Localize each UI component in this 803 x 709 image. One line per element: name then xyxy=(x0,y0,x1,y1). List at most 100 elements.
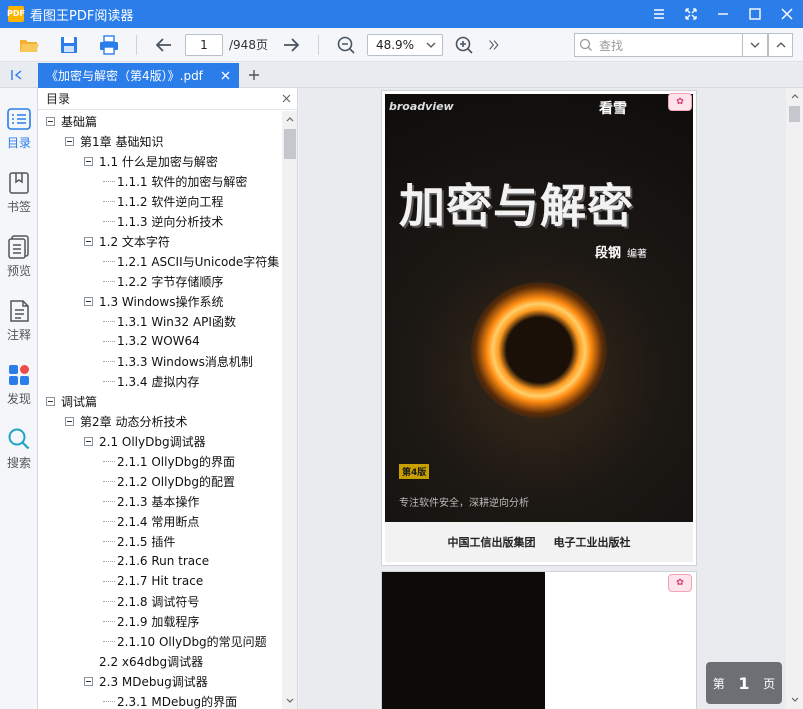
rail-item-preview[interactable]: 预览 xyxy=(0,230,38,286)
menu-button[interactable] xyxy=(643,0,675,28)
search-previous-button[interactable] xyxy=(768,33,793,57)
outline-scrollbar[interactable] xyxy=(282,111,297,709)
collapse-toggle-icon[interactable] xyxy=(65,416,74,426)
document-view[interactable]: broadview 看雪 加密与解密 段钢 编著 第4版 专注软件安全，深耕逆向分… xyxy=(299,88,803,709)
outline-item[interactable]: 2.1.5 插件 xyxy=(103,531,175,551)
open-file-button[interactable] xyxy=(14,31,44,59)
document-scrollbar[interactable] xyxy=(786,88,803,709)
outline-item[interactable]: 2.1.7 Hit trace xyxy=(103,571,203,591)
page-indicator: 第 1 页 xyxy=(706,662,782,704)
tab-bar: 《加密与解密（第4版）》.pdf xyxy=(0,63,803,88)
outline-item[interactable]: 1.2.2 字节存储顺序 xyxy=(103,271,223,291)
outline-item[interactable]: 2.1.4 常用断点 xyxy=(103,511,199,531)
rail-item-search[interactable]: 搜索 xyxy=(0,422,38,478)
outline-item[interactable]: 2.1.2 OllyDbg的配置 xyxy=(103,471,235,491)
tree-connector xyxy=(103,360,115,362)
outline-item[interactable]: 2.1.9 加载程序 xyxy=(103,611,199,631)
outline-item[interactable]: 1.1.2 软件逆向工程 xyxy=(103,191,223,211)
outline-item[interactable]: 2.1.10 OllyDbg的常见问题 xyxy=(103,631,267,651)
watermark-stamp-icon: ✿ xyxy=(668,574,692,592)
rail-item-discover[interactable]: 发现 xyxy=(0,358,38,414)
outline-item[interactable]: 2.1 OllyDbg调试器 xyxy=(84,431,206,451)
rail-label: 注释 xyxy=(6,328,31,342)
outline-scroll-thumb[interactable] xyxy=(284,129,296,159)
outline-item[interactable]: 第2章 动态分析技术 xyxy=(65,411,187,431)
outline-item[interactable]: 1.3.1 Win32 API函数 xyxy=(103,311,236,331)
outline-item[interactable]: 2.1.8 调试符号 xyxy=(103,591,199,611)
search-icon xyxy=(8,428,30,450)
outline-item[interactable]: 2.3 MDebug调试器 xyxy=(84,671,208,691)
minimize-button[interactable] xyxy=(707,0,739,28)
collapse-toggle-icon[interactable] xyxy=(84,436,93,446)
outline-item[interactable]: 第1章 基础知识 xyxy=(65,131,163,151)
page-1[interactable]: broadview 看雪 加密与解密 段钢 编著 第4版 专注软件安全，深耕逆向分… xyxy=(381,90,697,566)
save-button[interactable] xyxy=(54,31,84,59)
outline-item[interactable]: 1.3.4 虚拟内存 xyxy=(103,371,199,391)
add-tab-button[interactable] xyxy=(246,67,262,83)
tree-connector xyxy=(103,460,115,462)
cover-glowing-ring-image xyxy=(471,282,607,418)
search-icon xyxy=(579,38,592,51)
outline-item[interactable]: 1.2 文本字符 xyxy=(84,231,170,251)
outline-item[interactable]: 2.1.6 Run trace xyxy=(103,551,209,571)
outline-item[interactable]: 2.3.1 MDebug的界面 xyxy=(103,691,237,709)
outline-item[interactable]: 1.1.3 逆向分析技术 xyxy=(103,211,223,231)
document-tab[interactable]: 《加密与解密（第4版）》.pdf xyxy=(38,63,239,88)
tree-connector xyxy=(103,520,115,522)
page-number-input[interactable]: 1 xyxy=(185,33,223,56)
zoom-out-button[interactable] xyxy=(331,31,361,59)
zoom-level-select[interactable]: 48.9% xyxy=(366,33,443,56)
scroll-down-arrow[interactable] xyxy=(282,693,297,709)
outline-item[interactable]: 1.2.1 ASCII与Unicode字符集 xyxy=(103,251,279,271)
fullscreen-button[interactable] xyxy=(675,0,707,28)
collapse-toggle-icon[interactable] xyxy=(46,396,55,406)
more-tools-button[interactable] xyxy=(479,31,509,59)
search-input[interactable]: 查找 xyxy=(574,33,742,57)
rail-item-annotation[interactable]: 注释 xyxy=(0,294,38,350)
outline-item[interactable]: 1.3 Windows操作系统 xyxy=(84,291,223,311)
outline-tree: 基础篇第1章 基础知识 1.1 什么是加密与解密 1.1.1 软件的加密与解密 1.1… xyxy=(38,111,282,709)
collapse-sidebar-button[interactable] xyxy=(8,67,26,83)
search-next-button[interactable] xyxy=(742,33,768,57)
outline-item[interactable]: 1.1 什么是加密与解密 xyxy=(84,151,218,171)
chevron-down-icon xyxy=(286,698,294,703)
cover-author-role: 编著 xyxy=(627,249,648,260)
zoom-in-button[interactable] xyxy=(449,31,479,59)
outline-item-label: 1.3.4 虚拟内存 xyxy=(117,374,200,389)
collapse-toggle-icon[interactable] xyxy=(84,236,93,246)
maximize-button[interactable] xyxy=(739,0,771,28)
collapse-toggle-icon[interactable] xyxy=(84,676,93,686)
collapse-toggle-icon[interactable] xyxy=(65,136,74,146)
outline-item[interactable]: 2.2 x64dbg调试器 xyxy=(84,651,203,671)
outline-item[interactable]: 1.1.1 软件的加密与解密 xyxy=(103,171,247,191)
rail-item-bookmark[interactable]: 书签 xyxy=(0,166,38,222)
page-2[interactable]: ✿ xyxy=(381,571,697,709)
outline-item-label: 基础篇 xyxy=(61,114,98,129)
outline-item[interactable]: 1.3.2 WOW64 xyxy=(103,331,200,351)
next-page-button[interactable] xyxy=(276,31,306,59)
collapse-toggle-icon[interactable] xyxy=(46,116,55,126)
outline-item[interactable]: 调试篇 xyxy=(46,391,97,411)
collapse-left-icon xyxy=(11,70,22,80)
outline-item[interactable]: 2.1.1 OllyDbg的界面 xyxy=(103,451,235,471)
outline-item[interactable]: 2.1.3 基本操作 xyxy=(103,491,199,511)
cover-author-name: 段钢 xyxy=(595,246,622,261)
chevron-down-icon xyxy=(791,697,798,702)
print-button[interactable] xyxy=(94,31,124,59)
page-indicator-number: 1 xyxy=(738,673,750,693)
close-tab-button[interactable] xyxy=(218,68,232,82)
scroll-up-arrow[interactable] xyxy=(282,111,297,127)
close-outline-button[interactable] xyxy=(280,92,292,104)
collapse-toggle-icon[interactable] xyxy=(84,296,93,306)
close-window-button[interactable] xyxy=(771,0,803,28)
document-scroll-thumb[interactable] xyxy=(789,106,800,122)
outline-item[interactable]: 基础篇 xyxy=(46,111,97,131)
previous-page-button[interactable] xyxy=(149,31,179,59)
outline-item[interactable]: 1.3.3 Windows消息机制 xyxy=(103,351,253,371)
tree-connector xyxy=(103,180,115,182)
rail-item-outline[interactable]: 目录 xyxy=(0,102,38,158)
scroll-down-arrow[interactable] xyxy=(786,692,803,708)
outline-item-label: 1.1.1 软件的加密与解密 xyxy=(117,174,248,189)
scroll-up-arrow[interactable] xyxy=(786,88,803,104)
collapse-toggle-icon[interactable] xyxy=(84,156,93,166)
